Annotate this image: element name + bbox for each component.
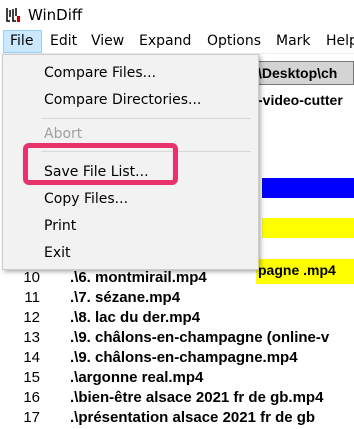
file-name: .\8. lac du der.mp4 xyxy=(70,309,201,326)
file-name: .\bien-être alsace 2021 fr de gb.mp4 xyxy=(70,389,324,406)
copy-files-item[interactable]: Copy Files... xyxy=(44,191,128,207)
compare-files-item[interactable]: Compare Files... xyxy=(44,65,156,81)
row-number: 10 xyxy=(23,269,40,286)
row-number: 13 xyxy=(23,329,40,346)
file-row[interactable]: 15 .\argonne real.mp4 xyxy=(0,369,354,389)
row-number: 17 xyxy=(23,409,40,426)
file-row[interactable]: 13 .\9. châlons-en-champagne (online-v xyxy=(0,329,354,349)
file-name: .\9. châlons-en-champagne (online-v xyxy=(70,329,330,346)
compare-directories-item[interactable]: Compare Directories... xyxy=(44,92,201,108)
file-name: .\présentation alsace 2021 fr de gb xyxy=(70,409,316,426)
menu-mark[interactable]: Mark xyxy=(270,30,317,53)
file-row[interactable]: 16 .\bien-être alsace 2021 fr de gb.mp4 xyxy=(0,389,354,409)
file-row[interactable]: 17 .\présentation alsace 2021 fr de gb xyxy=(0,409,354,429)
menu-bar: File Edit View Expand Options Mark Help xyxy=(0,30,354,54)
row-number: 12 xyxy=(23,309,40,326)
blue-highlight-bar xyxy=(262,178,354,198)
menu-edit[interactable]: Edit xyxy=(44,30,83,53)
menu-expand[interactable]: Expand xyxy=(133,30,197,53)
row-number: 15 xyxy=(23,369,40,386)
print-item[interactable]: Print xyxy=(44,218,76,234)
annotation-highlight-box xyxy=(23,143,178,185)
file-name: .\argonne real.mp4 xyxy=(70,369,204,386)
background-line: -video-cutter xyxy=(258,92,343,108)
yellow-highlight-bar xyxy=(262,218,354,238)
file-row[interactable]: 12 .\8. lac du der.mp4 xyxy=(0,309,354,329)
file-row[interactable]: 11 .\7. sézane.mp4 xyxy=(0,289,354,309)
menu-separator xyxy=(41,118,251,119)
menu-help[interactable]: Help xyxy=(320,30,354,53)
menu-options[interactable]: Options xyxy=(201,30,267,53)
menu-view[interactable]: View xyxy=(85,30,130,53)
exit-item[interactable]: Exit xyxy=(44,245,71,261)
title-bar: WinDiff xyxy=(0,0,354,30)
window-title: WinDiff xyxy=(28,6,83,24)
row-number: 14 xyxy=(23,349,40,366)
path-header: \Desktop\ch xyxy=(255,61,354,85)
file-row[interactable]: 14 .\9. châlons-en-champagne.mp4 xyxy=(0,349,354,369)
file-name: .\7. sézane.mp4 xyxy=(70,289,181,306)
menu-file[interactable]: File xyxy=(3,30,42,53)
file-name: .\9. châlons-en-champagne.mp4 xyxy=(70,349,298,366)
row-number: 16 xyxy=(23,389,40,406)
windiff-icon xyxy=(6,8,20,22)
row-number: 11 xyxy=(24,289,40,306)
file-name: .\6. montmirail.mp4 xyxy=(70,269,207,286)
file-row[interactable]: 10 .\6. montmirail.mp4 xyxy=(0,269,354,289)
abort-item: Abort xyxy=(44,126,83,142)
